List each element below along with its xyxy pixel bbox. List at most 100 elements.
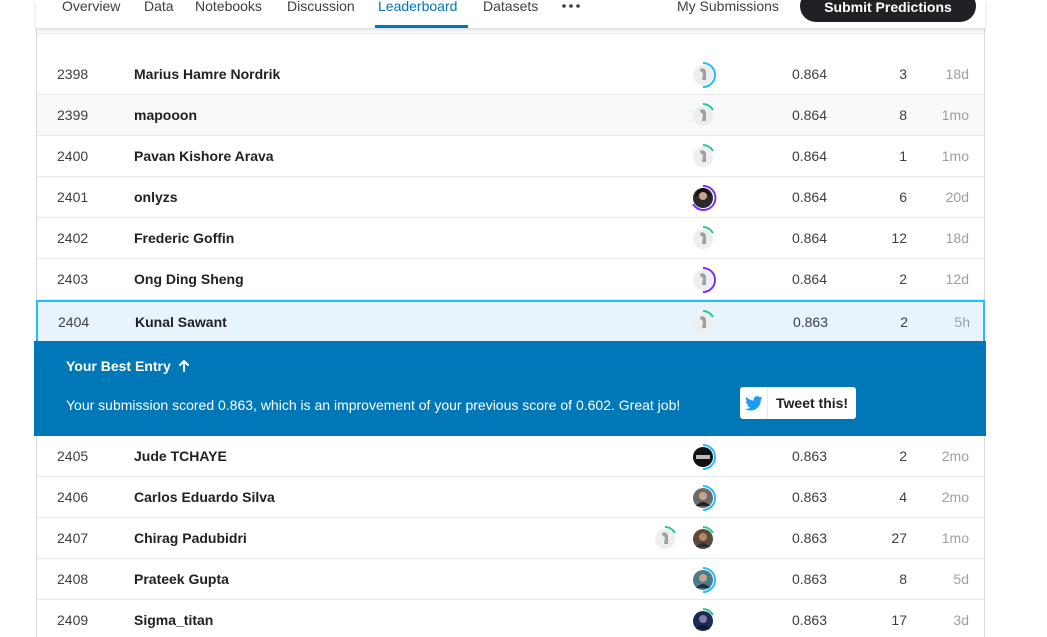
team-name[interactable]: mapooon	[134, 95, 197, 136]
last-cell: 18d	[945, 230, 969, 246]
score-cell: 0.864	[791, 107, 827, 123]
last-cell: 5h	[954, 314, 970, 330]
rank-cell: 2399	[57, 107, 89, 123]
rank-cell: 2409	[57, 612, 89, 628]
team-name[interactable]: Prateek Gupta	[134, 559, 229, 600]
table-row[interactable]: 2407 Chirag Padubidri 0.863 27 1mo	[37, 518, 984, 559]
table-row[interactable]: 2408 Prateek Gupta 0.863 8 5d	[37, 559, 984, 600]
arrow-up-icon	[178, 360, 189, 372]
score-cell: 0.864	[791, 148, 827, 164]
team-avatar[interactable]	[689, 225, 717, 253]
my-entry-row[interactable]: 2404 Kunal Sawant 0.863 2 5h	[36, 300, 985, 341]
rank-cell: 2404	[58, 314, 90, 330]
tweet-label: Tweet this!	[776, 395, 849, 411]
table-row[interactable]: 2399 mapooon 0.864 8 1mo	[37, 95, 984, 136]
entries-cell: 2	[900, 314, 908, 330]
table-row[interactable]: 2402 Frederic Goffin 0.864 12 18d	[37, 218, 984, 259]
last-cell: 12d	[945, 271, 969, 287]
tab-overview[interactable]: Overview	[62, 0, 120, 15]
team-avatar[interactable]	[689, 484, 717, 512]
more-icon[interactable]	[562, 4, 580, 8]
team-name[interactable]: Sigma_titan	[134, 600, 213, 637]
team-name[interactable]: Jude TCHAYE	[134, 436, 227, 477]
rank-cell: 2400	[57, 148, 89, 164]
entries-cell: 12	[891, 230, 907, 246]
table-row[interactable]: 2406 Carlos Eduardo Silva 0.863 4 2mo	[37, 477, 984, 518]
score-cell: 0.863	[791, 571, 827, 587]
my-submissions-link[interactable]: My Submissions	[677, 0, 779, 15]
table-row[interactable]: 2398 Marius Hamre Nordrik 0.864 3 18d	[37, 54, 984, 95]
competition-nav: Overview Data Notebooks Discussion Leade…	[36, 0, 985, 28]
tab-notebooks[interactable]: Notebooks	[195, 0, 262, 15]
tab-datasets[interactable]: Datasets	[483, 0, 538, 15]
last-cell: 1mo	[941, 148, 969, 164]
team-avatar[interactable]	[689, 525, 717, 553]
last-cell: 20d	[945, 189, 969, 205]
last-cell: 1mo	[941, 107, 969, 123]
table-row[interactable]: 2409 Sigma_titan 0.863 17 3d	[37, 600, 984, 637]
team-avatar[interactable]	[689, 443, 717, 471]
team-avatar[interactable]	[689, 309, 717, 337]
team-avatar[interactable]	[689, 102, 717, 130]
banner-message: Your submission scored 0.863, which is a…	[66, 397, 681, 413]
table-row[interactable]: 2400 Pavan Kishore Arava 0.864 1 1mo	[37, 136, 984, 177]
entries-cell: 1	[899, 148, 907, 164]
tab-discussion[interactable]: Discussion	[287, 0, 355, 15]
rank-cell: 2401	[57, 189, 89, 205]
team-avatar[interactable]	[689, 607, 717, 635]
rank-cell: 2408	[57, 571, 89, 587]
team-name[interactable]: onlyzs	[134, 177, 178, 218]
entries-cell: 2	[899, 448, 907, 464]
score-cell: 0.864	[791, 230, 827, 246]
table-row[interactable]: 2405 Jude TCHAYE 0.863 2 2mo	[37, 436, 984, 477]
team-avatar[interactable]	[651, 525, 679, 553]
rank-cell: 2402	[57, 230, 89, 246]
score-cell: 0.864	[791, 271, 827, 287]
entries-cell: 8	[899, 571, 907, 587]
last-cell: 5d	[953, 571, 969, 587]
banner-title-text: Your Best Entry	[66, 358, 171, 374]
team-avatar[interactable]	[689, 184, 717, 212]
score-cell: 0.863	[791, 612, 827, 628]
tweet-button[interactable]: Tweet this!	[740, 387, 856, 419]
score-cell: 0.864	[791, 189, 827, 205]
last-cell: 1mo	[941, 530, 969, 546]
last-cell: 3d	[953, 612, 969, 628]
team-avatar[interactable]	[689, 143, 717, 171]
team-name[interactable]: Kunal Sawant	[135, 302, 227, 343]
last-cell: 18d	[945, 66, 969, 82]
team-name[interactable]: Chirag Padubidri	[134, 518, 247, 559]
tab-leaderboard[interactable]: Leaderboard	[378, 0, 457, 15]
team-name[interactable]: Carlos Eduardo Silva	[134, 477, 275, 518]
team-avatar[interactable]	[689, 266, 717, 294]
table-row[interactable]: 2403 Ong Ding Sheng 0.864 2 12d	[37, 259, 984, 300]
tab-data[interactable]: Data	[144, 0, 174, 15]
active-tab-indicator	[375, 25, 468, 28]
best-entry-banner: Your Best Entry Your submission scored 0…	[34, 341, 986, 436]
entries-cell: 8	[899, 107, 907, 123]
score-cell: 0.863	[792, 314, 828, 330]
score-cell: 0.863	[791, 489, 827, 505]
entries-cell: 3	[899, 66, 907, 82]
team-name[interactable]: Frederic Goffin	[134, 218, 234, 259]
entries-cell: 2	[899, 271, 907, 287]
rank-cell: 2406	[57, 489, 89, 505]
rank-cell: 2403	[57, 271, 89, 287]
submit-predictions-button[interactable]: Submit Predictions	[800, 0, 976, 22]
entries-cell: 27	[891, 530, 907, 546]
team-name[interactable]: Ong Ding Sheng	[134, 259, 244, 300]
table-row[interactable]: 2401 onlyzs 0.864 6 20d	[37, 177, 984, 218]
rank-cell: 2407	[57, 530, 89, 546]
team-avatar[interactable]	[689, 61, 717, 89]
entries-cell: 17	[891, 612, 907, 628]
team-avatar[interactable]	[689, 566, 717, 594]
team-name[interactable]: Marius Hamre Nordrik	[134, 54, 280, 95]
entries-cell: 4	[899, 489, 907, 505]
last-cell: 2mo	[941, 448, 969, 464]
score-cell: 0.863	[791, 530, 827, 546]
rank-cell: 2405	[57, 448, 89, 464]
score-cell: 0.864	[791, 66, 827, 82]
last-cell: 2mo	[941, 489, 969, 505]
score-cell: 0.863	[791, 448, 827, 464]
team-name[interactable]: Pavan Kishore Arava	[134, 136, 274, 177]
